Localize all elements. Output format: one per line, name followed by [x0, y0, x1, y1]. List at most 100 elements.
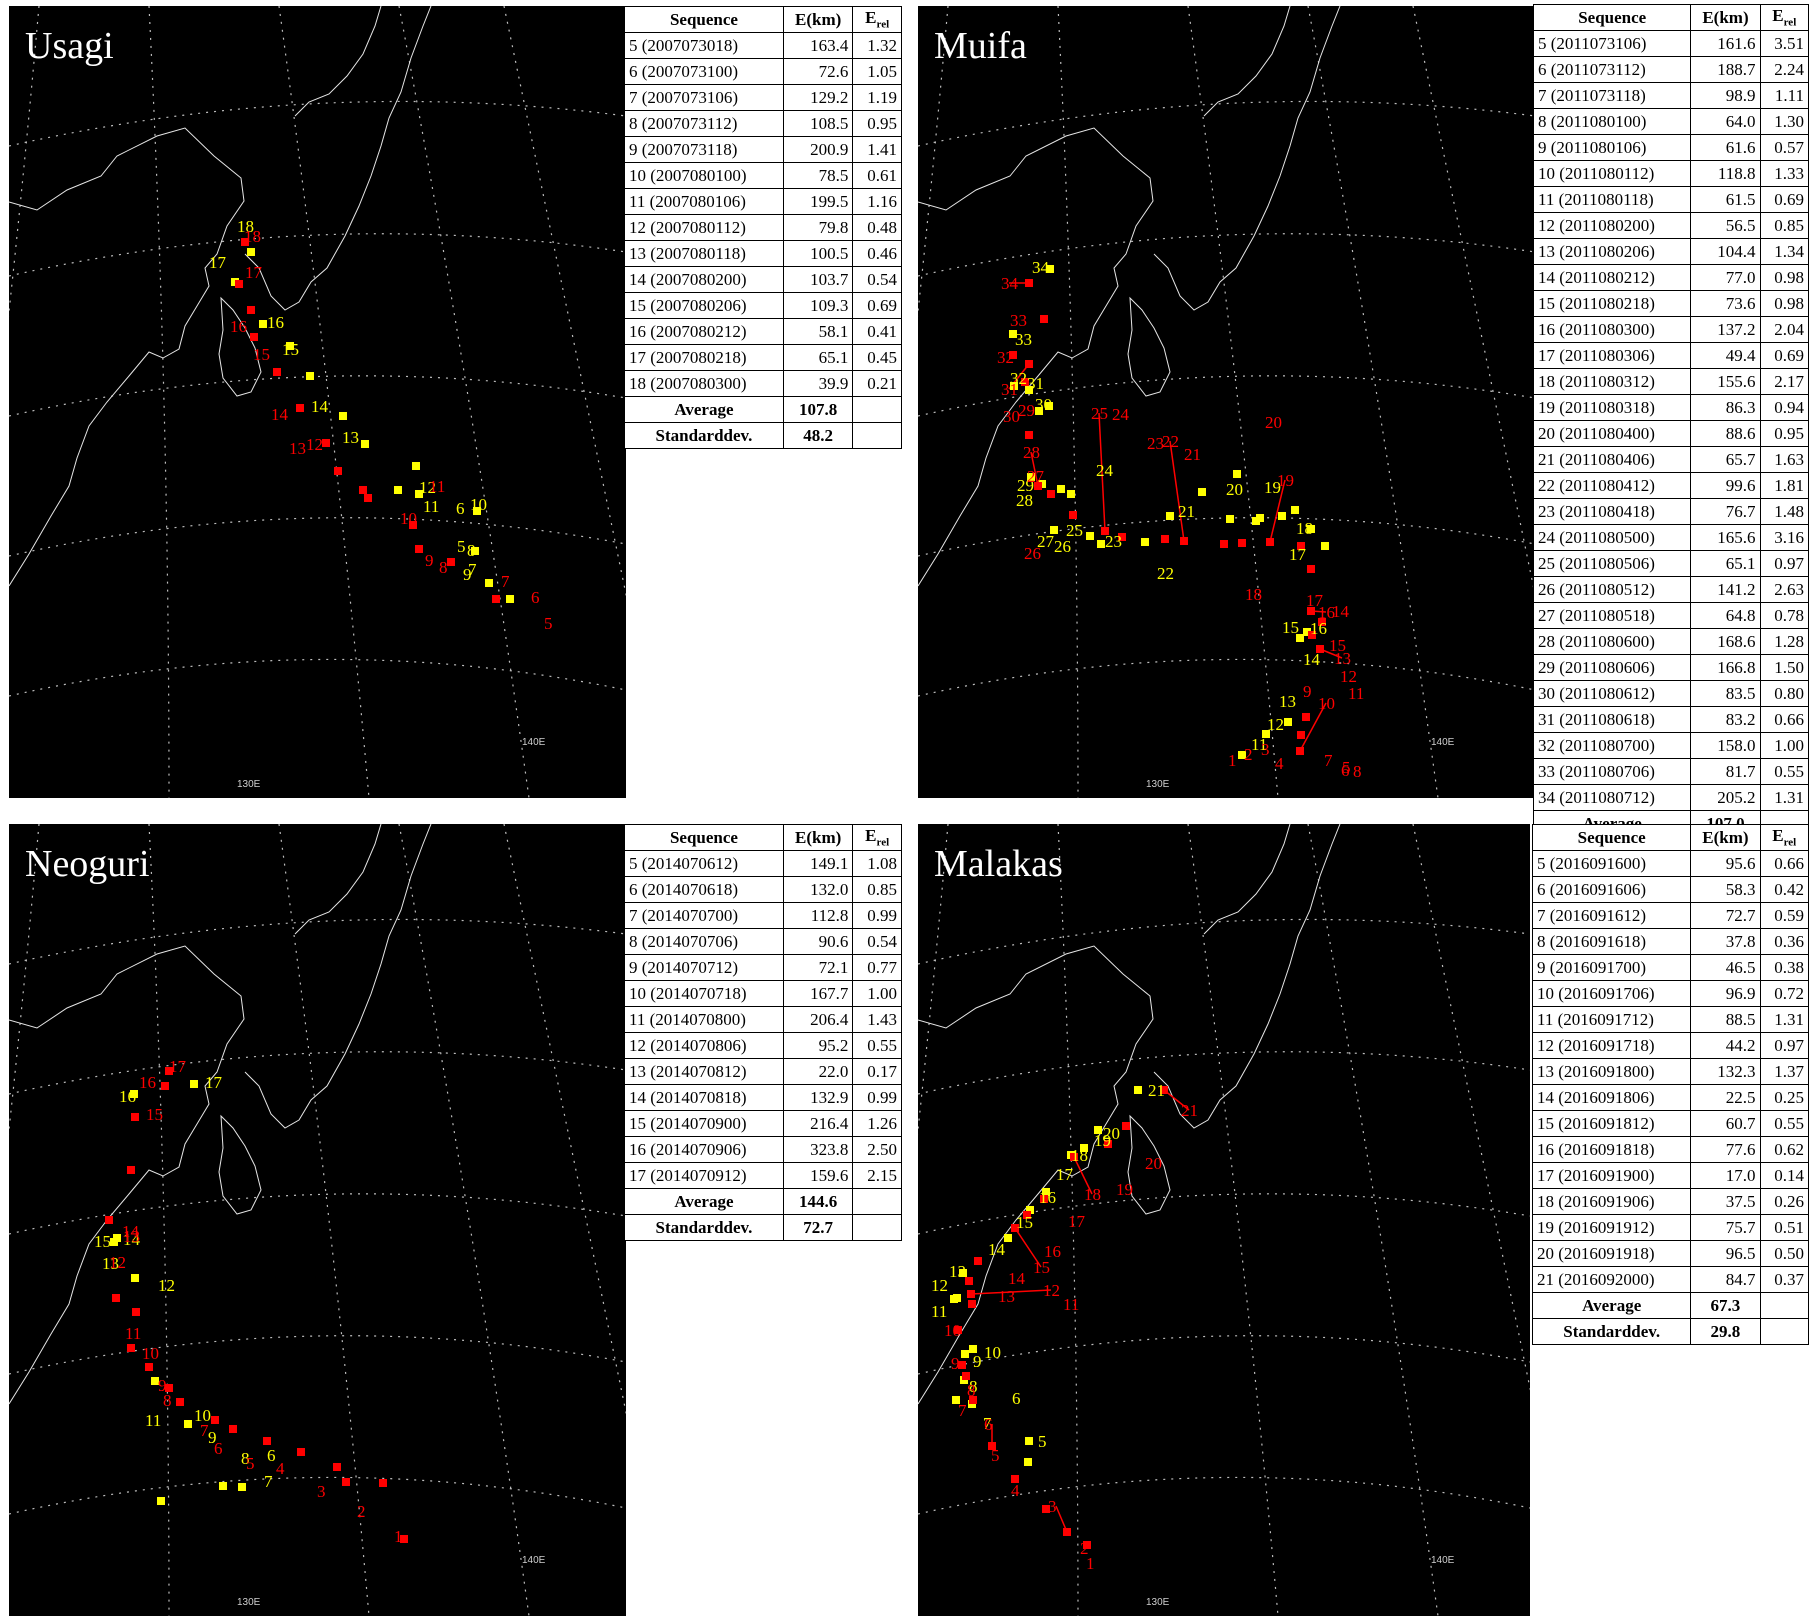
table-row: 13 (2014070812) 22.0 0.17 — [624, 1058, 902, 1085]
forecast-position-marker — [1063, 1528, 1071, 1536]
average-empty-cell — [1759, 1292, 1809, 1319]
cell-sequence: 17 (2014070912) — [624, 1162, 784, 1189]
forecast-step-label: 1 — [1086, 1554, 1095, 1573]
table-header-row: Sequence E(km) Erel — [1531, 824, 1809, 851]
forecast-step-label: 13 — [998, 1287, 1015, 1306]
cell-sequence: 10 (2016091706) — [1531, 980, 1692, 1007]
stddev-label: Standarddev. — [624, 1214, 784, 1241]
table-row: 14 (2016091806) 22.5 0.25 — [1531, 1084, 1809, 1111]
coastline — [294, 6, 382, 117]
table-row: 10 (2007080100) 78.5 0.61 — [624, 162, 902, 189]
label-leaders — [1008, 282, 1343, 752]
coastline — [1153, 6, 1341, 311]
header-relative-error-subscript: rel — [1783, 836, 1797, 849]
meridian-line — [148, 6, 170, 798]
stddev-row: Standarddev. 48.2 — [624, 422, 902, 449]
observed-step-label: 17 — [209, 253, 227, 272]
cell-sequence: 6 (2007073100) — [624, 58, 784, 85]
average-value: 67.3 — [1690, 1292, 1761, 1319]
forecast-position-marker — [1069, 511, 1077, 519]
longitude-label: 130E — [1146, 1597, 1170, 1608]
observed-step-label: 12 — [158, 1276, 175, 1295]
forecast-step-label: 12 — [1043, 1281, 1060, 1300]
observed-position-marker — [961, 1350, 969, 1358]
cell-relative-error: 0.25 — [1759, 1084, 1809, 1111]
table-row: 7 (2007073106) 129.2 1.19 — [624, 84, 902, 111]
table-row: 20 (2016091918) 96.5 0.50 — [1531, 1240, 1809, 1267]
forecast-position-marker — [1220, 540, 1228, 548]
meridian-line — [9, 824, 40, 1136]
forecast-track — [105, 1067, 408, 1543]
forecast-step-label: 3 — [1048, 1497, 1057, 1516]
cell-relative-error: 1.34 — [1759, 238, 1809, 265]
coastline — [244, 824, 432, 1129]
table-row: 19 (2016091912) 75.7 0.51 — [1531, 1214, 1809, 1241]
table-row: 33 (2011080706) 81.7 0.55 — [1532, 758, 1809, 785]
forecast-position-marker — [211, 1416, 219, 1424]
cell-sequence: 30 (2011080612) — [1532, 680, 1692, 707]
forecast-position-marker — [968, 1300, 976, 1308]
cell-error-km: 188.7 — [1690, 56, 1761, 83]
coastline — [1153, 824, 1341, 1129]
cell-error-km: 60.7 — [1690, 1110, 1761, 1137]
observed-position-marker — [485, 579, 493, 587]
cell-relative-error: 0.55 — [1759, 1110, 1809, 1137]
cell-sequence: 24 (2011080500) — [1532, 524, 1692, 551]
meridian-line — [1187, 6, 1279, 798]
table-row: 16 (2016091818) 77.6 0.62 — [1531, 1136, 1809, 1163]
table-row: 18 (2016091906) 37.5 0.26 — [1531, 1188, 1809, 1215]
observed-track — [1009, 265, 1329, 759]
table-row: 32 (2011080700) 158.0 1.00 — [1532, 732, 1809, 759]
forecast-step-label: 17 — [1068, 1212, 1086, 1231]
forecast-position-marker — [250, 333, 258, 341]
cell-error-km: 95.6 — [1690, 850, 1761, 877]
cell-sequence: 21 (2016092000) — [1531, 1266, 1692, 1293]
parallel-line — [9, 100, 626, 147]
label-leader-line — [1169, 440, 1185, 542]
table-row: 8 (2011080100) 64.0 1.30 — [1532, 108, 1809, 135]
forecast-step-label: 25 — [1091, 404, 1108, 423]
table-header-row: Sequence E(km) Erel — [624, 6, 902, 33]
forecast-position-marker — [1297, 731, 1305, 739]
observed-step-label: 14 — [311, 397, 329, 416]
cell-relative-error: 0.94 — [1759, 394, 1809, 421]
cell-sequence: 20 (2016091918) — [1531, 1240, 1692, 1267]
table-row: 13 (2016091800) 132.3 1.37 — [1531, 1058, 1809, 1085]
forecast-position-marker — [1238, 539, 1246, 547]
forecast-step-label: 17 — [169, 1057, 187, 1076]
header-relative-error: Erel — [852, 824, 902, 851]
observed-position-marker — [339, 412, 347, 420]
forecast-position-marker — [1180, 537, 1188, 545]
cell-relative-error: 0.95 — [852, 110, 902, 137]
cell-relative-error: 0.38 — [1759, 954, 1809, 981]
meridian-line — [9, 6, 40, 318]
cell-error-km: 77.6 — [1690, 1136, 1761, 1163]
table-row: 12 (2011080200) 56.5 0.85 — [1532, 212, 1809, 239]
coastline — [1127, 296, 1171, 397]
table-row: 13 (2007080118) 100.5 0.46 — [624, 240, 902, 267]
cell-relative-error: 2.63 — [1759, 576, 1809, 603]
observed-step-label: 16 — [267, 313, 284, 332]
cell-relative-error: 0.42 — [1759, 876, 1809, 903]
forecast-position-marker — [974, 1257, 982, 1265]
average-label: Average — [624, 396, 784, 423]
forecast-position-marker — [132, 1308, 140, 1316]
stddev-empty-cell — [852, 422, 902, 449]
observed-position-marker — [506, 595, 514, 603]
observed-position-marker — [1025, 1437, 1033, 1445]
cell-error-km: 141.2 — [1690, 576, 1761, 603]
average-label: Average — [624, 1188, 784, 1215]
table-row: 31 (2011080618) 83.2 0.66 — [1532, 706, 1809, 733]
forecast-step-label: 20 — [1265, 413, 1282, 432]
cell-error-km: 79.8 — [782, 214, 854, 241]
cell-relative-error: 1.81 — [1759, 472, 1809, 499]
average-empty-cell — [852, 1188, 902, 1215]
meridian-line — [1412, 824, 1530, 1392]
cell-sequence: 11 (2011080118) — [1532, 186, 1692, 213]
cell-sequence: 13 (2016091800) — [1531, 1058, 1692, 1085]
cell-error-km: 165.6 — [1690, 524, 1761, 551]
forecast-step-label: 8 — [967, 1381, 976, 1400]
stddev-value: 29.8 — [1690, 1318, 1761, 1345]
observed-position-marker — [1166, 512, 1174, 520]
observed-position-marker — [238, 1483, 246, 1491]
